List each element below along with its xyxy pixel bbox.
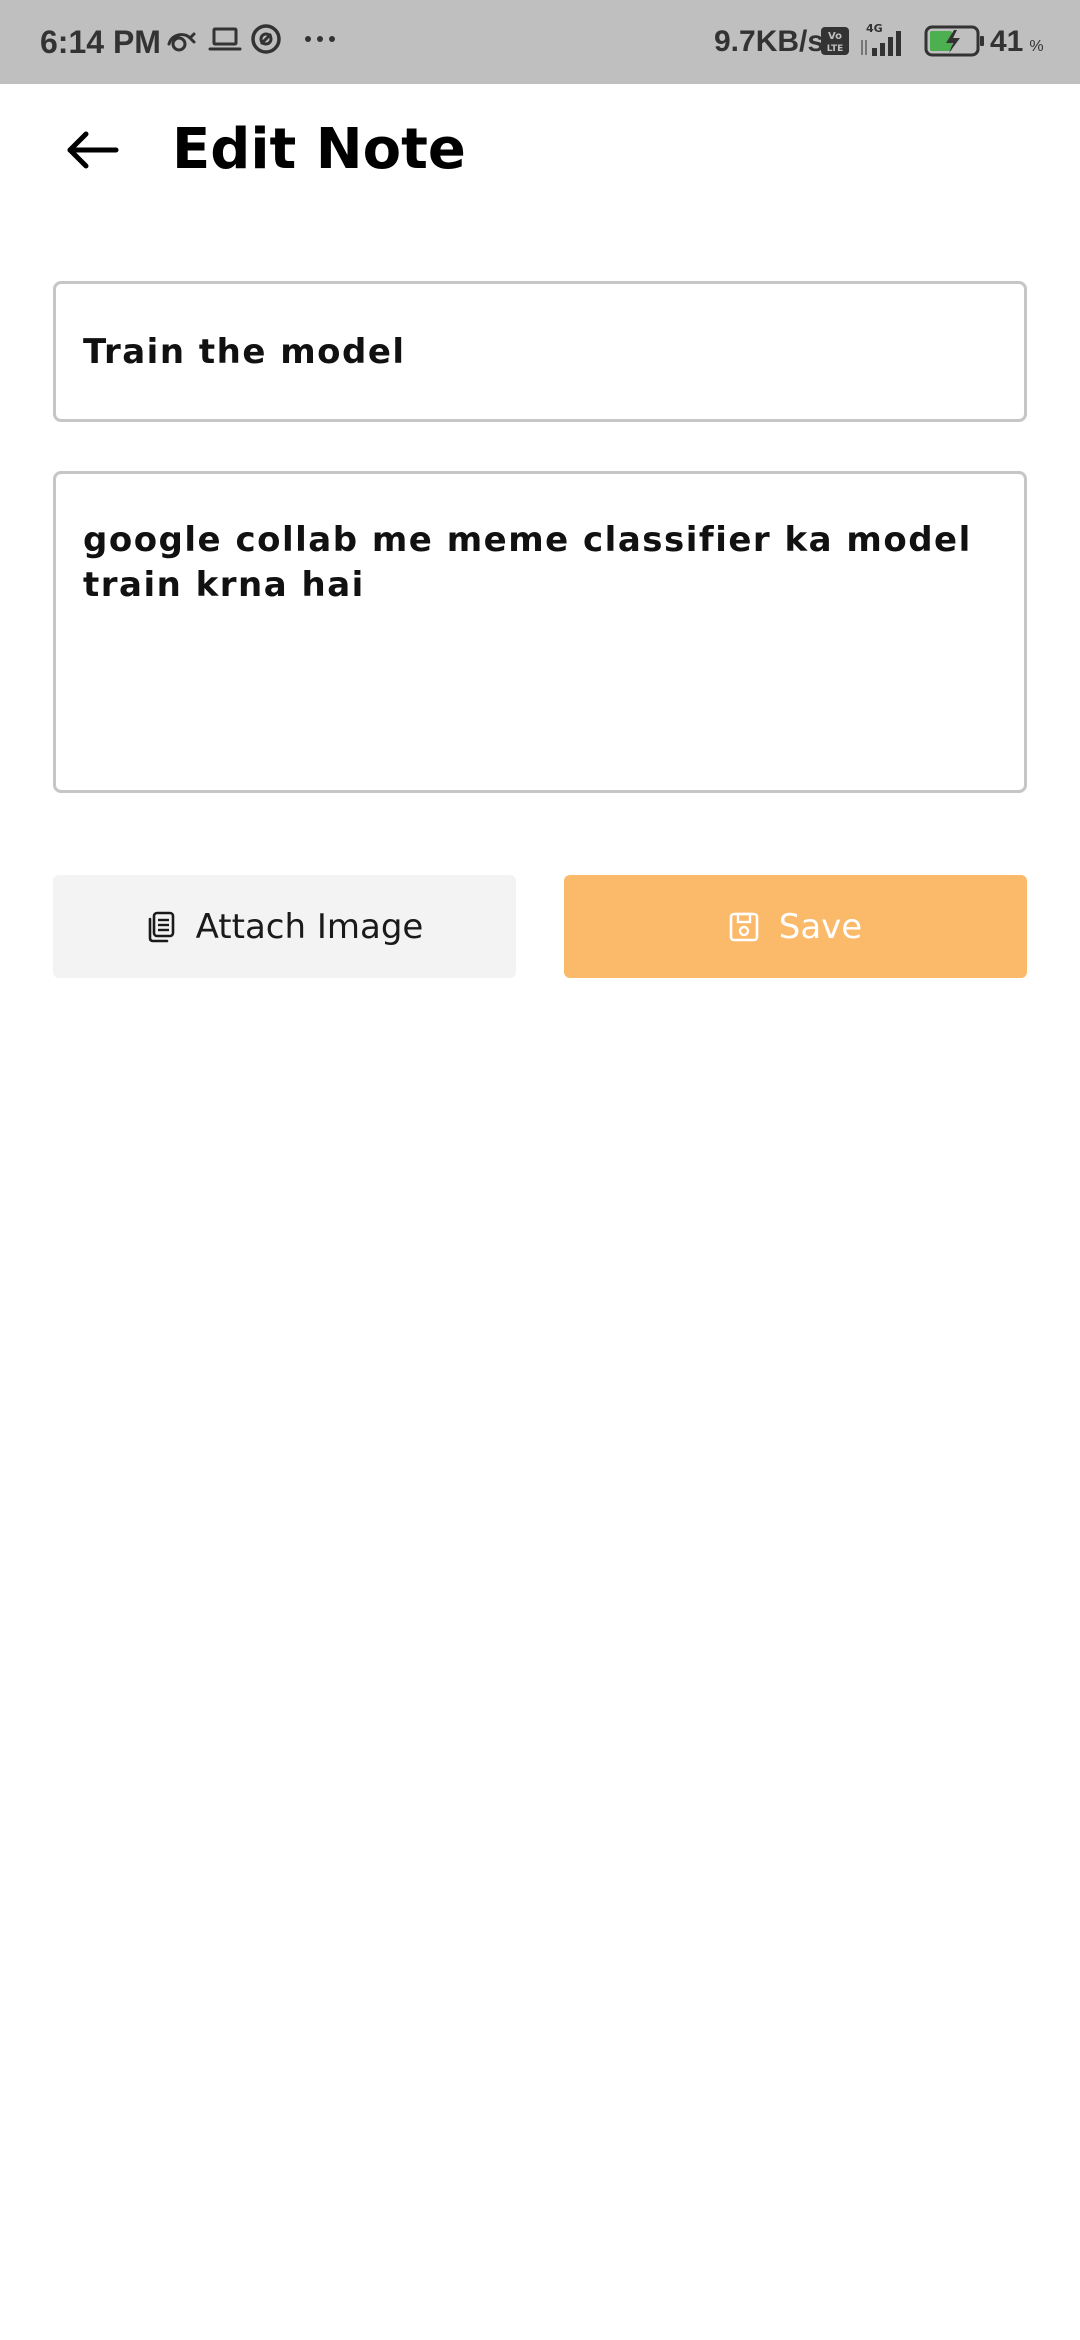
svg-text:Vo: Vo (828, 31, 842, 42)
copy-icon (146, 911, 176, 943)
svg-text:LTE: LTE (827, 44, 844, 54)
battery-icon (924, 24, 986, 62)
circle-app-icon (249, 22, 283, 60)
note-body-input[interactable]: google collab me meme classifier ka mode… (53, 471, 1027, 793)
attach-image-button[interactable]: Attach Image (53, 875, 516, 978)
back-button[interactable] (56, 116, 128, 188)
volte-icon: Vo LTE (820, 26, 850, 60)
floppy-icon (729, 912, 759, 942)
save-button[interactable]: Save (564, 875, 1027, 978)
network-speed: 9.7KB/s (714, 25, 825, 58)
more-dots-icon (303, 22, 337, 60)
laptop-icon (208, 22, 242, 60)
attach-image-label: Attach Image (195, 906, 424, 947)
arrow-left-icon (64, 130, 120, 174)
note-title-input[interactable]: Train the model (53, 281, 1027, 422)
page-title: Edit Note (172, 117, 466, 182)
sync-icon (164, 22, 198, 60)
status-time: 6:14 PM (40, 24, 161, 60)
status-bar: 6:14 PM 9.7KB/s Vo LTE 4G 41 % (0, 0, 1080, 84)
svg-text:4G: 4G (866, 22, 883, 35)
note-title-value: Train the model (83, 331, 406, 372)
battery-percent: 41% (990, 25, 1044, 58)
note-body-value: google collab me meme classifier ka mode… (83, 520, 972, 605)
signal-icon: 4G (858, 22, 914, 62)
save-label: Save (778, 906, 863, 947)
